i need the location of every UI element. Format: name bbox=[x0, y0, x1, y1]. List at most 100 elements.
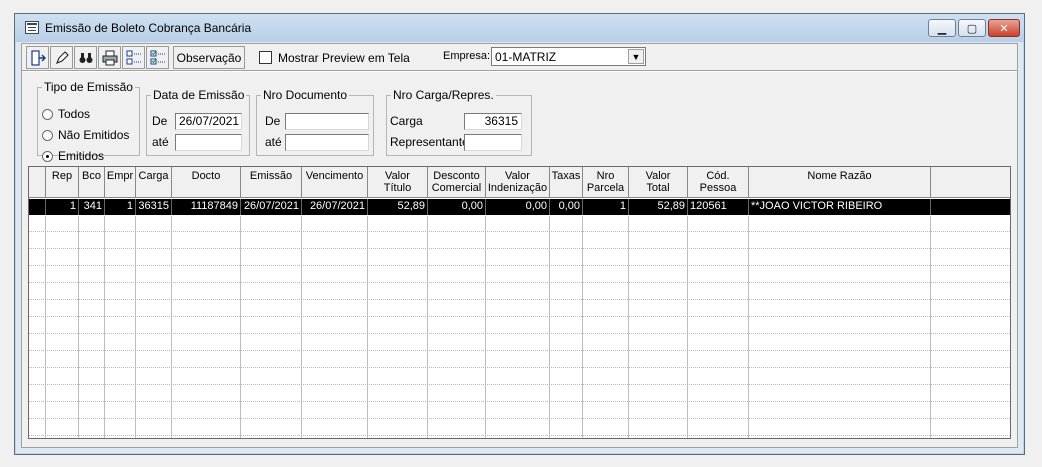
column-divider bbox=[748, 216, 749, 438]
column-header-cod-pessoa[interactable]: Cód. Pessoa bbox=[688, 167, 749, 198]
tipo-emissao-group: Tipo de Emissão Todos Não Emitidos Emiti… bbox=[37, 80, 140, 163]
title-bar[interactable]: Emissão de Boleto Cobrança Bancária ▁ ▢ … bbox=[15, 14, 1024, 42]
column-header-bco[interactable]: Bco bbox=[79, 167, 105, 198]
radio-nao-emitidos[interactable] bbox=[42, 130, 53, 141]
radio-emitidos[interactable] bbox=[42, 151, 53, 162]
nro-de-input[interactable] bbox=[285, 113, 369, 130]
column-divider bbox=[78, 216, 79, 438]
cell-valor-total: 52,89 bbox=[629, 199, 688, 215]
binoculars-icon[interactable] bbox=[74, 46, 97, 69]
tipo-emissao-legend: Tipo de Emissão bbox=[44, 80, 133, 94]
empty-row bbox=[29, 420, 1010, 436]
column-divider bbox=[549, 216, 550, 438]
column-header-valor-indenizacao[interactable]: Valor Indenização bbox=[486, 167, 550, 198]
empty-row bbox=[29, 352, 1010, 368]
data-emissao-group: Data de Emissão De 26/07/2021 até bbox=[146, 88, 250, 156]
boletos-grid[interactable]: Rep Bco Empr Carga Docto Emissão Vencimento Val… bbox=[28, 166, 1011, 439]
nro-documento-group: Nro Documento De até bbox=[256, 88, 374, 156]
column-divider bbox=[135, 216, 136, 438]
cell-cod-pessoa: 120561 bbox=[688, 199, 749, 215]
column-header-taxas[interactable]: Taxas bbox=[550, 167, 583, 198]
empty-row bbox=[29, 267, 1010, 283]
cell-valor-indenizacao: 0,00 bbox=[486, 199, 550, 215]
data-de-input[interactable]: 26/07/2021 bbox=[175, 113, 242, 130]
data-ate-input[interactable] bbox=[175, 134, 242, 151]
column-header-valor-total[interactable]: Valor Total bbox=[629, 167, 688, 198]
column-header-vencimento[interactable]: Vencimento bbox=[302, 167, 368, 198]
empty-row bbox=[29, 335, 1010, 351]
toolbar: Observação Mostrar Preview em Tela Empre… bbox=[22, 44, 1017, 70]
main-window: Emissão de Boleto Cobrança Bancária ▁ ▢ … bbox=[14, 13, 1025, 455]
minimize-button[interactable]: ▁ bbox=[928, 19, 956, 37]
column-header-rep[interactable]: Rep bbox=[46, 167, 79, 198]
printer-icon[interactable] bbox=[98, 46, 121, 69]
pencil-icon[interactable] bbox=[50, 46, 73, 69]
close-button[interactable]: ✕ bbox=[988, 19, 1020, 37]
radio-todos[interactable] bbox=[42, 109, 53, 120]
column-header-valor-titulo[interactable]: Valor Título bbox=[368, 167, 428, 198]
checked-list-icon[interactable] bbox=[146, 46, 169, 69]
preview-label: Mostrar Preview em Tela bbox=[278, 51, 410, 65]
column-header-nro-parcela[interactable]: Nro Parcela bbox=[583, 167, 629, 198]
cell-carga: 36315 bbox=[136, 199, 172, 215]
nro-documento-legend: Nro Documento bbox=[263, 88, 348, 102]
column-divider bbox=[45, 216, 46, 438]
carga-input[interactable]: 36315 bbox=[464, 113, 522, 130]
cell-vencimento: 26/07/2021 bbox=[302, 199, 368, 215]
cell-nome-razao: **JOAO VICTOR RIBEIRO bbox=[749, 199, 931, 215]
data-de-label: De bbox=[152, 114, 168, 128]
window-title: Emissão de Boleto Cobrança Bancária bbox=[45, 21, 252, 35]
empty-row bbox=[29, 301, 1010, 317]
radio-nao-emitidos-label: Não Emitidos bbox=[58, 128, 130, 142]
data-emissao-legend: Data de Emissão bbox=[153, 88, 245, 102]
cell-rep: 1 bbox=[46, 199, 79, 215]
exit-door-icon[interactable] bbox=[26, 46, 49, 69]
row-indicator[interactable] bbox=[29, 199, 46, 215]
empty-row bbox=[29, 386, 1010, 402]
column-header-empr[interactable]: Empr bbox=[105, 167, 136, 198]
grid-corner bbox=[29, 167, 46, 198]
representante-label: Representante bbox=[390, 135, 469, 149]
unchecked-list-icon[interactable] bbox=[122, 46, 145, 69]
column-header-docto[interactable]: Docto bbox=[172, 167, 241, 198]
nro-ate-label: até bbox=[265, 135, 282, 149]
observacao-button[interactable]: Observação bbox=[173, 46, 245, 69]
column-divider bbox=[628, 216, 629, 438]
column-divider bbox=[687, 216, 688, 438]
cell-taxas: 0,00 bbox=[550, 199, 583, 215]
cell-valor-titulo: 52,89 bbox=[368, 199, 428, 215]
cell-docto: 11187849 bbox=[172, 199, 241, 215]
column-header-desconto-comercial[interactable]: Desconto Comercial bbox=[428, 167, 486, 198]
nro-carga-legend: Nro Carga/Repres. bbox=[393, 88, 494, 102]
empty-row bbox=[29, 284, 1010, 300]
empty-row bbox=[29, 233, 1010, 249]
column-header-nome-razao[interactable]: Nome Razão bbox=[749, 167, 931, 198]
empty-row bbox=[29, 403, 1010, 419]
data-ate-label: até bbox=[152, 135, 169, 149]
representante-input[interactable] bbox=[464, 134, 522, 151]
toolbar-separator bbox=[22, 70, 1017, 72]
nro-carga-group: Nro Carga/Repres. Carga 36315 Representa… bbox=[386, 88, 532, 156]
chevron-down-icon[interactable]: ▼ bbox=[628, 49, 644, 64]
cell-desconto-comercial: 0,00 bbox=[428, 199, 486, 215]
radio-emitidos-label: Emitidos bbox=[58, 149, 105, 163]
column-divider bbox=[485, 216, 486, 438]
column-divider bbox=[171, 216, 172, 438]
empresa-value: 01-MATRIZ bbox=[495, 50, 557, 64]
maximize-button[interactable]: ▢ bbox=[958, 19, 986, 37]
cell-empr: 1 bbox=[105, 199, 136, 215]
carga-label: Carga bbox=[390, 114, 423, 128]
cell-nro-parcela: 1 bbox=[583, 199, 629, 215]
column-divider bbox=[582, 216, 583, 438]
column-divider bbox=[427, 216, 428, 438]
column-divider bbox=[930, 216, 931, 438]
column-header-emissao[interactable]: Emissão bbox=[241, 167, 302, 198]
empresa-select[interactable]: 01-MATRIZ ▼ bbox=[491, 47, 646, 66]
nro-de-label: De bbox=[265, 114, 281, 128]
empty-row bbox=[29, 216, 1010, 232]
preview-checkbox[interactable] bbox=[259, 51, 272, 64]
empty-row bbox=[29, 250, 1010, 266]
cell-bco: 341 bbox=[79, 199, 105, 215]
column-header-carga[interactable]: Carga bbox=[136, 167, 172, 198]
nro-ate-input[interactable] bbox=[285, 134, 369, 151]
